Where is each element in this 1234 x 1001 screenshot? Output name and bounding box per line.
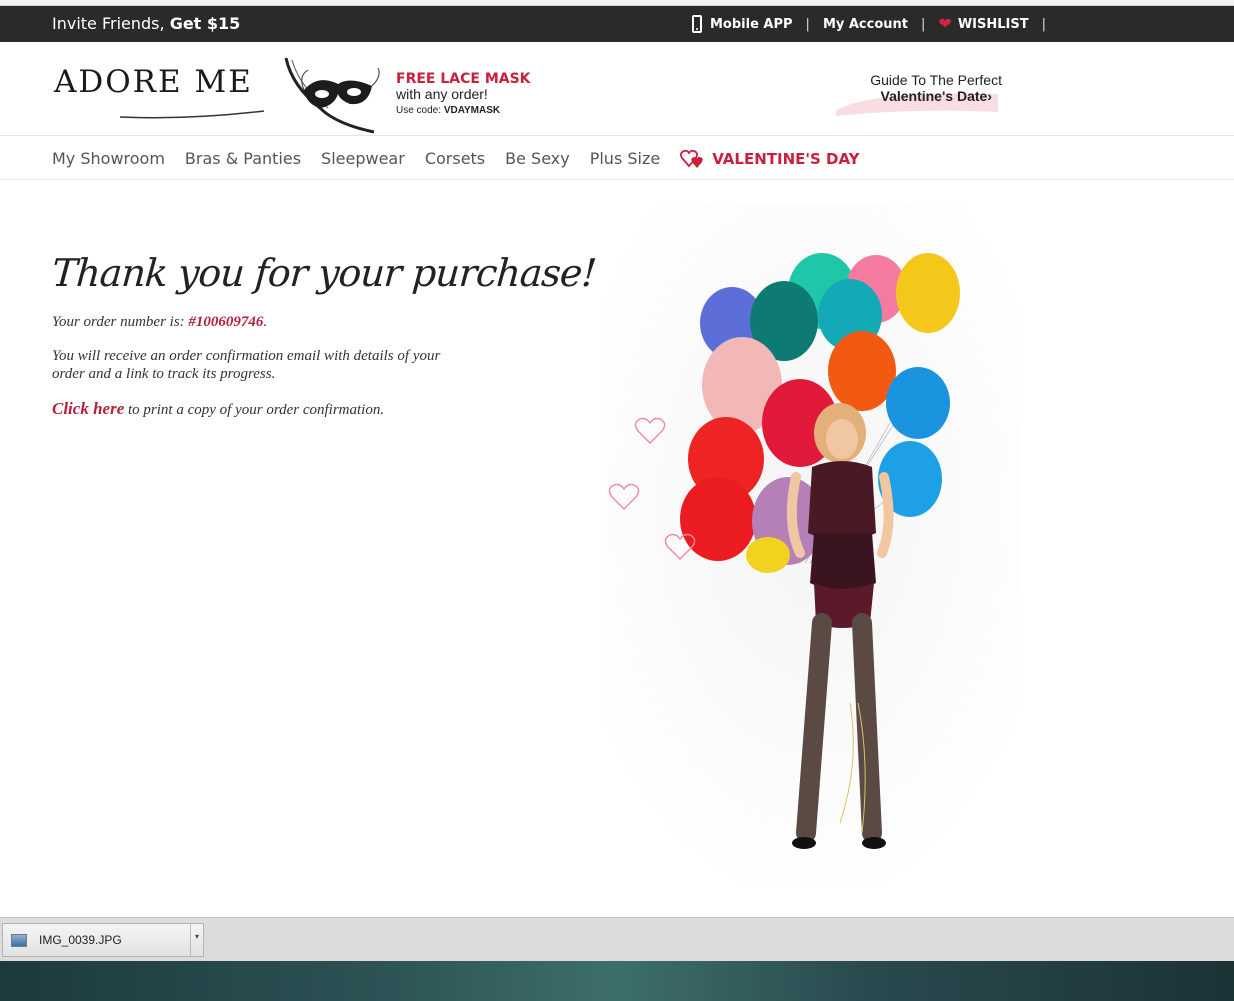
chevron-down-icon[interactable]: ▾: [195, 932, 199, 941]
promo-code: VDAYMASK: [443, 104, 501, 116]
desktop-background: [0, 961, 1234, 1001]
promo-title: FREE LACE MASK: [396, 71, 531, 87]
lace-mask-image: [284, 57, 380, 134]
print-line: Click here to print a copy of your order…: [52, 399, 452, 419]
mobile-app-link[interactable]: Mobile APP: [710, 17, 793, 32]
nav-corsets[interactable]: Corsets: [425, 149, 485, 169]
adore-me-logo[interactable]: ADORE ME: [54, 64, 253, 100]
invite-reward: Get $15: [169, 14, 241, 33]
download-item[interactable]: IMG_0039.JPG ▾: [2, 923, 204, 957]
hero-balloons-model-image: [600, 203, 1020, 883]
my-account-link[interactable]: My Account: [823, 17, 908, 32]
promo-code-line: Use code: VDAYMASK: [396, 105, 531, 116]
click-here-link[interactable]: Click here: [52, 399, 124, 418]
invite-friends-link[interactable]: Invite Friends, Get $15: [52, 14, 240, 33]
separator: |: [1041, 16, 1046, 32]
confirmation-copy: Your order number is: #100609746. You wi…: [52, 313, 452, 435]
browser-download-bar: IMG_0039.JPG ▾: [0, 917, 1234, 961]
top-links: Mobile APP | My Account | ❤ WISHLIST |: [692, 15, 1059, 33]
wishlist-link[interactable]: WISHLIST: [958, 17, 1029, 32]
promo-subtitle: with any order!: [396, 86, 488, 103]
print-text: to print a copy of your order confirmati…: [124, 402, 385, 418]
thank-you-heading: Thank you for your purchase!: [50, 251, 598, 295]
main-navigation: My Showroom Bras & Panties Sleepwear Cor…: [0, 136, 1234, 180]
separator: |: [805, 16, 810, 32]
order-number: #100609746: [188, 314, 264, 330]
free-mask-promo[interactable]: FREE LACE MASK with any order! Use code:…: [396, 71, 531, 116]
site-header: ADORE ME FREE LACE MASK with any order! …: [0, 42, 1234, 136]
main-content: Thank you for your purchase! Your order …: [0, 181, 1234, 917]
nav-be-sexy[interactable]: Be Sexy: [505, 149, 570, 169]
order-number-line: Your order number is: #100609746.: [52, 313, 452, 331]
guide-line-1: Guide To The Perfect: [870, 72, 1002, 88]
guide-title: Valentine's Date: [880, 88, 988, 104]
invite-text: Invite Friends,: [52, 14, 170, 33]
logo-swoosh-decoration: [119, 110, 265, 119]
confirmation-email-text: You will receive an order confirmation e…: [52, 348, 441, 382]
top-utility-bar: Invite Friends, Get $15 Mobile APP | My …: [0, 6, 1234, 42]
nav-sleepwear[interactable]: Sleepwear: [321, 149, 405, 169]
heart-icon: ❤: [938, 14, 952, 33]
chevron-right-icon: ›: [987, 88, 992, 104]
nav-bras-panties[interactable]: Bras & Panties: [185, 149, 301, 169]
order-prefix: Your order number is:: [52, 314, 189, 330]
download-divider: [190, 924, 191, 956]
valentines-label: VALENTINE'S DAY: [712, 150, 860, 168]
promo-code-label: Use code:: [396, 104, 444, 116]
guide-line-2: Valentine's Date›: [830, 88, 993, 104]
mobile-phone-icon: [692, 15, 702, 33]
nav-plus-size[interactable]: Plus Size: [590, 149, 661, 169]
separator: |: [921, 16, 926, 32]
download-filename: IMG_0039.JPG: [39, 933, 122, 947]
image-file-icon: [11, 934, 27, 947]
valentines-guide-link[interactable]: Guide To The Perfect Valentine's Date›: [830, 72, 1002, 118]
order-suffix: .: [263, 314, 268, 330]
double-heart-icon: [680, 149, 703, 168]
nav-my-showroom[interactable]: My Showroom: [52, 149, 165, 169]
nav-valentines-day[interactable]: VALENTINE'S DAY: [680, 149, 879, 169]
